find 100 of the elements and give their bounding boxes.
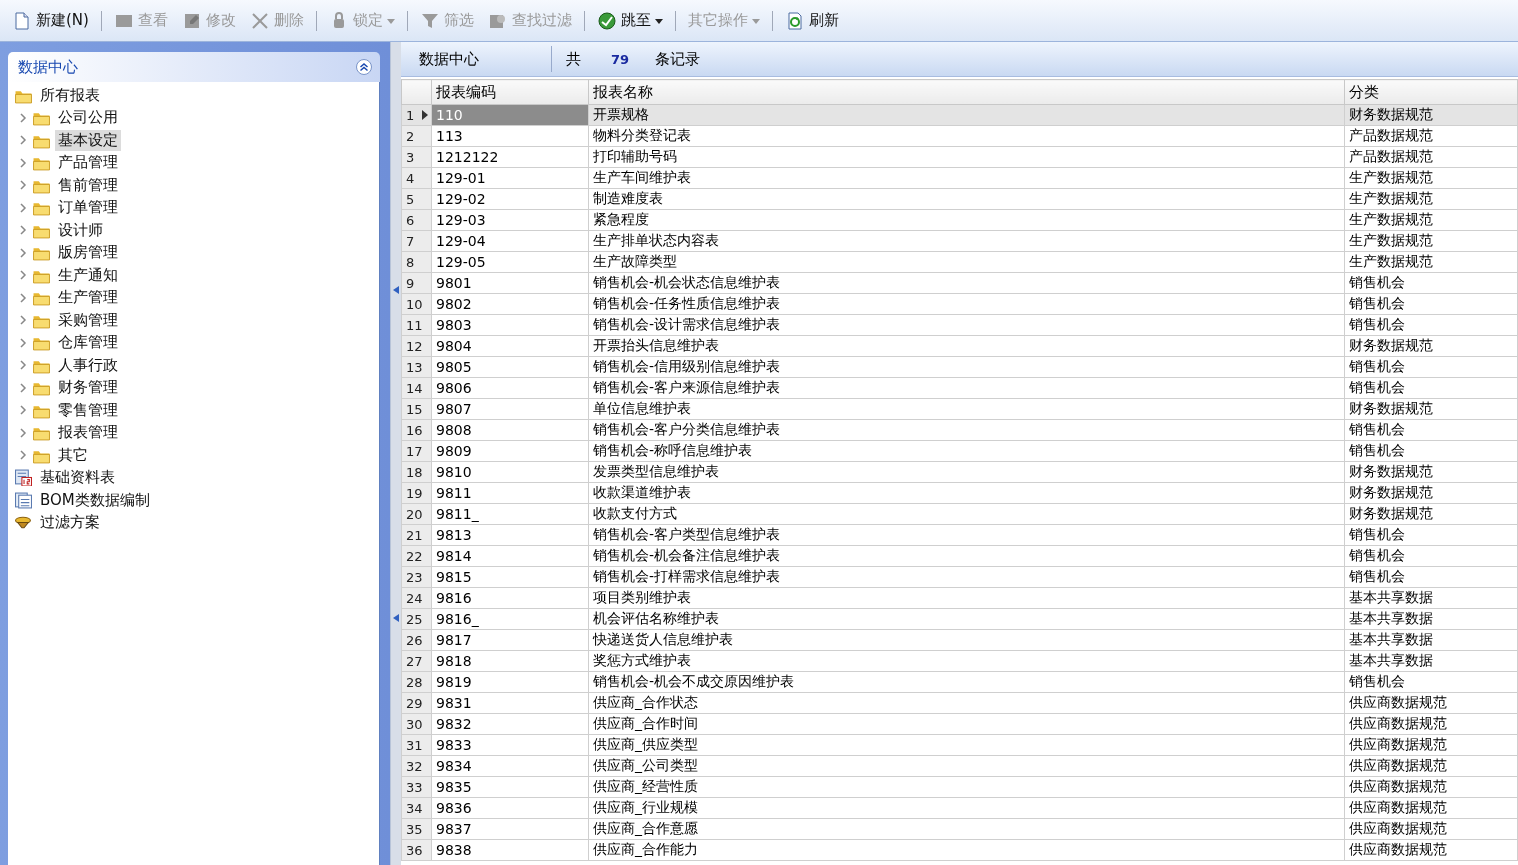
table-row[interactable]: 16 9808 销售机会-客户分类信息维护表 销售机会 [401,419,1518,441]
table-cell: 9838 [431,839,589,861]
tree-item[interactable]: 采购管理 [55,309,121,331]
row-number: 25 [401,608,432,630]
table-cell: 产品数据规范 [1344,146,1518,168]
toolbar-button[interactable]: 跳至 [590,5,669,36]
table-row[interactable]: 8 129-05 生产故障类型 生产数据规范 [401,251,1518,273]
table-cell: 9815 [431,566,589,588]
table-cell: 9836 [431,797,589,819]
panel-title: 数据中心 [18,57,78,77]
table-row[interactable]: 1 110 开票规格 财务数据规范 [401,104,1518,126]
row-number: 28 [401,671,432,693]
tree-item[interactable]: 产品管理 [55,152,121,174]
table-row[interactable]: 29 9831 供应商_合作状态 供应商数据规范 [401,692,1518,714]
table-row[interactable]: 25 9816_ 机会评估名称维护表 基本共享数据 [401,608,1518,630]
row-number: 18 [401,461,432,483]
table-row[interactable]: 17 9809 销售机会-称呼信息维护表 销售机会 [401,440,1518,462]
table-row[interactable]: 3 1212122 打印辅助号码 产品数据规范 [401,146,1518,168]
column-header[interactable]: 报表编码 [431,79,589,105]
table-row[interactable]: 18 9810 发票类型信息维护表 财务数据规范 [401,461,1518,483]
tree-item[interactable]: 人事行政 [55,354,121,376]
column-header[interactable]: 分类 [1344,79,1518,105]
table-row[interactable]: 21 9813 销售机会-客户类型信息维护表 销售机会 [401,524,1518,546]
table-row[interactable]: 5 129-02 制造难度表 生产数据规范 [401,188,1518,210]
table-cell: 129-03 [431,209,589,231]
table-row[interactable]: 24 9816 项目类别维护表 基本共享数据 [401,587,1518,609]
table-cell: 财务数据规范 [1344,461,1518,483]
table-cell: 9802 [431,293,589,315]
table-row[interactable]: 12 9804 开票抬头信息维护表 财务数据规范 [401,335,1518,357]
table-row[interactable]: 22 9814 销售机会-机会备注信息维护表 销售机会 [401,545,1518,567]
toolbar-button[interactable]: 刷新 [778,5,845,36]
table-row[interactable]: 6 129-03 紧急程度 生产数据规范 [401,209,1518,231]
toolbar-button[interactable]: 新建(N) [6,5,95,36]
table-row[interactable]: 9 9801 销售机会-机会状态信息维护表 销售机会 [401,272,1518,294]
row-number: 6 [401,209,432,231]
tree-item[interactable]: 所有报表 [37,84,103,106]
tree-item[interactable]: 过滤方案 [37,512,103,534]
table-row[interactable]: 27 9818 奖惩方式维护表 基本共享数据 [401,650,1518,672]
tree-item[interactable]: 生产管理 [55,287,121,309]
table-cell: 物料分类登记表 [588,125,1345,147]
table-row[interactable]: 34 9836 供应商_行业规模 供应商数据规范 [401,797,1518,819]
tree-item[interactable]: 版房管理 [55,242,121,264]
table-cell: 9816 [431,587,589,609]
row-number: 36 [401,839,432,861]
table-cell: 9831 [431,692,589,714]
table-row[interactable]: 10 9802 销售机会-任务性质信息维护表 销售机会 [401,293,1518,315]
table-row[interactable]: 11 9803 销售机会-设计需求信息维护表 销售机会 [401,314,1518,336]
table-row[interactable]: 33 9835 供应商_经营性质 供应商数据规范 [401,776,1518,798]
grid-title: 数据中心 [401,46,552,72]
splitter-arrow-icon[interactable] [393,613,399,622]
table-cell: 9808 [431,419,589,441]
splitter-arrow-icon[interactable] [393,285,399,294]
row-number: 26 [401,629,432,651]
table-row[interactable]: 2 113 物料分类登记表 产品数据规范 [401,125,1518,147]
table-row[interactable]: 20 9811_ 收款支付方式 财务数据规范 [401,503,1518,525]
table-row[interactable]: 19 9811 收款渠道维护表 财务数据规范 [401,482,1518,504]
tree-item[interactable]: 生产通知 [55,264,121,286]
table-cell: 9816_ [431,608,589,630]
table-row[interactable]: 32 9834 供应商_公司类型 供应商数据规范 [401,755,1518,777]
table-row[interactable]: 30 9832 供应商_合作时间 供应商数据规范 [401,713,1518,735]
tree-item[interactable]: 基本设定 [55,129,121,151]
table-row[interactable]: 23 9815 销售机会-打样需求信息维护表 销售机会 [401,566,1518,588]
tree-item[interactable]: 基础资料表 [37,467,118,489]
tree-item[interactable]: 售前管理 [55,174,121,196]
table-row[interactable]: 26 9817 快递送货人信息维护表 基本共享数据 [401,629,1518,651]
caret-icon[interactable] [654,16,663,25]
row-number: 1 [401,104,432,126]
check-circle-icon [596,10,617,31]
table-row[interactable]: 7 129-04 生产排单状态内容表 生产数据规范 [401,230,1518,252]
row-number: 35 [401,818,432,840]
table-row[interactable]: 36 9838 供应商_合作能力 供应商数据规范 [401,839,1518,861]
tree-item[interactable]: 设计师 [55,219,106,241]
tree-item[interactable]: 财务管理 [55,377,121,399]
collapse-icon[interactable] [356,59,372,75]
tree-item[interactable]: 公司公用 [55,107,121,129]
tree-item[interactable]: 仓库管理 [55,332,121,354]
table-row[interactable]: 15 9807 单位信息维护表 财务数据规范 [401,398,1518,420]
tree-item[interactable]: 其它 [55,444,91,466]
row-number: 3 [401,146,432,168]
row-number: 5 [401,188,432,210]
table-cell: 供应商_行业规模 [588,797,1345,819]
table-row[interactable]: 28 9819 销售机会-机会不成交原因维护表 销售机会 [401,671,1518,693]
delete-icon [249,10,270,31]
tree-item[interactable]: 订单管理 [55,197,121,219]
tree-item[interactable]: 报表管理 [55,422,121,444]
table-row[interactable]: 4 129-01 生产车间维护表 生产数据规范 [401,167,1518,189]
table-cell: 供应商数据规范 [1344,776,1518,798]
table-cell: 收款支付方式 [588,503,1345,525]
column-header[interactable]: 报表名称 [588,79,1345,105]
row-number: 14 [401,377,432,399]
table-cell: 生产排单状态内容表 [588,230,1345,252]
table-cell: 销售机会-客户来源信息维护表 [588,377,1345,399]
tree-item[interactable]: BOM类数据编制 [37,489,153,511]
table-row[interactable]: 35 9837 供应商_合作意愿 供应商数据规范 [401,818,1518,840]
table-cell: 财务数据规范 [1344,398,1518,420]
table-row[interactable]: 14 9806 销售机会-客户来源信息维护表 销售机会 [401,377,1518,399]
table-cell: 9809 [431,440,589,462]
tree-item[interactable]: 零售管理 [55,399,121,421]
table-row[interactable]: 31 9833 供应商_供应类型 供应商数据规范 [401,734,1518,756]
table-row[interactable]: 13 9805 销售机会-信用级别信息维护表 销售机会 [401,356,1518,378]
